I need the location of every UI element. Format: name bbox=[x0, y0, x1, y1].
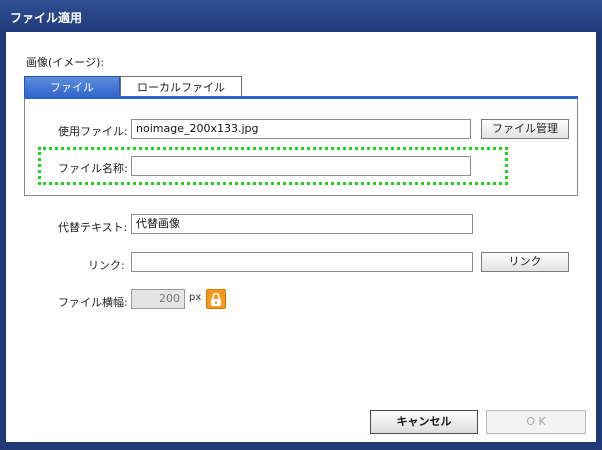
used-file-label: 使用ファイル: bbox=[58, 125, 128, 138]
aspect-lock-button[interactable] bbox=[206, 289, 226, 309]
lock-icon bbox=[211, 292, 221, 306]
title-bar[interactable]: ファイル適用 bbox=[0, 0, 602, 32]
file-manage-button[interactable]: ファイル管理 bbox=[481, 119, 569, 139]
ok-button[interactable]: O K bbox=[486, 410, 586, 434]
alt-text-input[interactable]: 代替画像 bbox=[131, 214, 473, 234]
alt-text-label: 代替テキスト: bbox=[58, 221, 128, 234]
file-width-label: ファイル横幅: bbox=[58, 296, 128, 309]
file-name-input[interactable] bbox=[131, 156, 471, 176]
file-width-unit: px bbox=[189, 292, 202, 303]
cancel-button[interactable]: キャンセル bbox=[370, 410, 478, 434]
dialog-title: ファイル適用 bbox=[10, 11, 83, 25]
tab-local-file[interactable]: ローカルファイル bbox=[120, 76, 242, 98]
image-section-label: 画像(イメージ): bbox=[26, 56, 105, 69]
file-width-input: 200 bbox=[131, 289, 185, 309]
link-button[interactable]: リンク bbox=[481, 252, 569, 272]
link-label: リンク: bbox=[88, 259, 125, 272]
used-file-input[interactable]: noimage_200x133.jpg bbox=[131, 119, 471, 139]
file-name-label: ファイル名称: bbox=[58, 162, 128, 175]
tab-file[interactable]: ファイル bbox=[24, 76, 120, 98]
link-input[interactable] bbox=[131, 252, 473, 272]
